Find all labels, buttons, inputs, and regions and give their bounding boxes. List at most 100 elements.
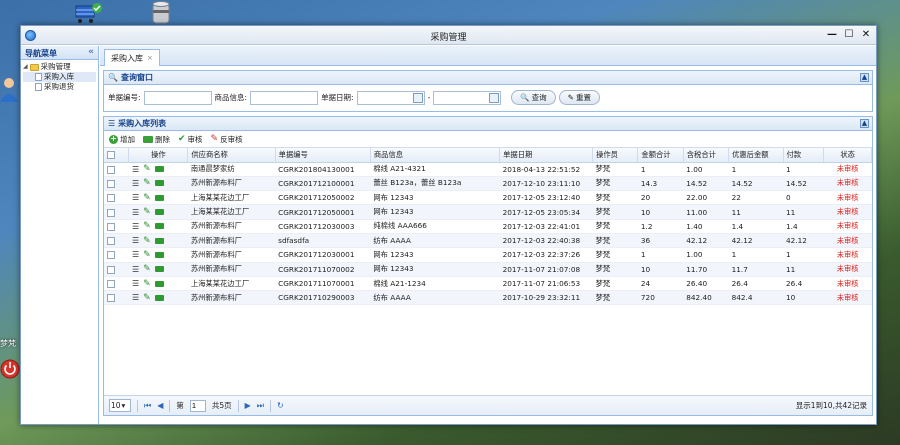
date-start-input[interactable]	[357, 91, 413, 104]
first-page-icon[interactable]: ⏮	[144, 401, 151, 411]
calendar-icon[interactable]	[412, 92, 423, 103]
delete-row-icon[interactable]	[154, 223, 164, 230]
delete-row-icon[interactable]	[154, 294, 164, 301]
edit-pencil-icon[interactable]: ✎	[143, 178, 151, 188]
delete-row-icon[interactable]	[154, 194, 164, 201]
refresh-icon[interactable]: ↻	[277, 401, 284, 410]
row-checkbox[interactable]	[107, 165, 115, 174]
row-select-cell[interactable]	[104, 247, 129, 263]
prev-page-icon[interactable]: ◀	[157, 401, 163, 410]
trash-can-icon[interactable]	[150, 0, 172, 24]
table-row[interactable]: ☰ ✎ 苏州新源布料厂 CGRK201712030001 网布 12343 2017-12…	[104, 247, 872, 263]
row-checkbox[interactable]	[107, 280, 115, 289]
tree-node-root[interactable]: ◢ 采购管理	[23, 62, 96, 72]
row-checkbox[interactable]	[107, 251, 115, 260]
add-button[interactable]: + 增加	[109, 134, 135, 145]
tab-close-icon[interactable]: ×	[147, 54, 153, 62]
detail-list-icon[interactable]: ☰	[132, 222, 139, 231]
page-number-input[interactable]	[189, 399, 206, 412]
date-start-field[interactable]	[356, 90, 425, 105]
product-input[interactable]	[250, 90, 319, 105]
row-select-cell[interactable]	[104, 233, 129, 249]
power-icon[interactable]	[0, 356, 20, 382]
delete-row-icon[interactable]	[154, 166, 164, 173]
detail-list-icon[interactable]: ☰	[132, 165, 139, 174]
nav-collapse-icon[interactable]: «	[88, 47, 94, 57]
table-row[interactable]: ☰ ✎ 南通晨梦家纺 CGRK201804130001 棉线 A21-4321 2018-…	[104, 162, 872, 177]
close-button[interactable]: ✕	[860, 29, 872, 41]
row-select-cell[interactable]	[104, 162, 129, 177]
detail-list-icon[interactable]: ☰	[132, 208, 139, 217]
select-all-header[interactable]	[104, 148, 130, 163]
date-end-input[interactable]	[434, 91, 490, 104]
delete-button[interactable]: 删除	[143, 134, 170, 145]
row-checkbox[interactable]	[107, 194, 115, 203]
table-row[interactable]: ☰ ✎ 上海某某花边工厂 CGRK201711070001 棉线 A21-1234 201…	[104, 276, 872, 292]
table-row[interactable]: ☰ ✎ 苏州新源布料厂 CGRK201712100001 蕾丝 B123a，蕾丝 B12…	[104, 176, 872, 192]
edit-pencil-icon[interactable]: ✎	[143, 193, 151, 203]
order-no-input[interactable]	[143, 90, 212, 105]
detail-list-icon[interactable]: ☰	[132, 265, 139, 274]
user-avatar-icon[interactable]	[0, 76, 18, 102]
row-select-cell[interactable]	[104, 276, 129, 292]
expand-triangle-icon[interactable]: ◢	[23, 62, 28, 72]
calendar-icon[interactable]	[489, 92, 500, 103]
edit-pencil-icon[interactable]: ✎	[143, 250, 151, 260]
delete-row-icon[interactable]	[154, 251, 164, 258]
row-select-cell[interactable]	[104, 176, 129, 192]
row-checkbox[interactable]	[107, 265, 115, 274]
edit-pencil-icon[interactable]: ✎	[143, 164, 151, 174]
row-select-cell[interactable]	[104, 190, 129, 206]
detail-list-icon[interactable]: ☰	[132, 250, 139, 259]
edit-pencil-icon[interactable]: ✎	[143, 264, 151, 274]
detail-list-icon[interactable]: ☰	[132, 193, 139, 202]
row-checkbox[interactable]	[107, 237, 115, 246]
shopping-cart-icon[interactable]	[72, 2, 102, 24]
date-end-field[interactable]	[433, 90, 502, 105]
last-page-icon[interactable]: ⏭	[257, 401, 264, 411]
row-checkbox[interactable]	[107, 208, 115, 217]
detail-list-icon[interactable]: ☰	[132, 179, 139, 188]
maximize-button[interactable]: ☐	[843, 29, 855, 41]
query-button[interactable]: 🔍 查询	[511, 90, 556, 105]
window-titlebar[interactable]: 采购管理 — ☐ ✕	[21, 26, 876, 45]
delete-row-icon[interactable]	[154, 209, 164, 216]
next-page-icon[interactable]: ▶	[245, 401, 251, 410]
row-select-cell[interactable]	[104, 219, 129, 234]
table-row[interactable]: ☰ ✎ 上海某某花边工厂 CGRK201712050002 网布 12343 2017-1…	[104, 190, 872, 206]
row-checkbox[interactable]	[107, 179, 115, 188]
nav-item-purchase-return[interactable]: 采购退货	[23, 82, 96, 92]
edit-pencil-icon[interactable]: ✎	[143, 293, 151, 303]
edit-pencil-icon[interactable]: ✎	[143, 279, 151, 289]
delete-row-icon[interactable]	[154, 266, 164, 273]
row-checkbox[interactable]	[107, 222, 115, 231]
row-checkbox[interactable]	[107, 294, 115, 303]
edit-pencil-icon[interactable]: ✎	[143, 207, 151, 217]
collapse-icon[interactable]: ▲	[860, 73, 869, 82]
delete-row-icon[interactable]	[154, 237, 164, 244]
detail-list-icon[interactable]: ☰	[132, 236, 139, 245]
row-select-cell[interactable]	[104, 262, 129, 277]
row-select-cell[interactable]	[104, 290, 129, 306]
detail-list-icon[interactable]: ☰	[132, 279, 139, 288]
table-row[interactable]: ☰ ✎ 上海某某花边工厂 CGRK201712050001 网布 12343 2017-1…	[104, 204, 872, 220]
minimize-button[interactable]: —	[826, 29, 838, 41]
tab-purchase-in[interactable]: 采购入库 ×	[104, 49, 160, 66]
page-size-select[interactable]: 10 ▾	[109, 399, 131, 412]
table-row[interactable]: ☰ ✎ 苏州新源布料厂 CGRK201710290003 纺布 AAAA 2017-10-…	[104, 290, 872, 306]
detail-list-icon[interactable]: ☰	[132, 293, 139, 302]
reset-button[interactable]: ✎ 重置	[558, 90, 600, 105]
delete-row-icon[interactable]	[154, 180, 164, 187]
table-row[interactable]: ☰ ✎ 苏州新源布料厂 CGRK201711070002 网布 12343 2017-11…	[104, 262, 872, 277]
delete-row-icon[interactable]	[154, 280, 164, 287]
nav-item-purchase-in[interactable]: 采购入库	[23, 72, 96, 82]
table-row[interactable]: ☰ ✎ 苏州新源布料厂 CGRK201712030003 纯棉线 AAA666 2017-…	[104, 219, 872, 234]
unaudit-button[interactable]: ✎ 反审核	[211, 134, 243, 145]
edit-pencil-icon[interactable]: ✎	[143, 221, 151, 231]
select-all-checkbox[interactable]	[107, 151, 115, 160]
audit-button[interactable]: ✔ 审核	[178, 134, 203, 145]
collapse-icon[interactable]: ▲	[860, 119, 869, 128]
table-row[interactable]: ☰ ✎ 苏州新源布料厂 sdfasdfa 纺布 AAAA 2017-12-03 22:40…	[104, 233, 872, 249]
edit-pencil-icon[interactable]: ✎	[143, 236, 151, 246]
row-select-cell[interactable]	[104, 204, 129, 220]
